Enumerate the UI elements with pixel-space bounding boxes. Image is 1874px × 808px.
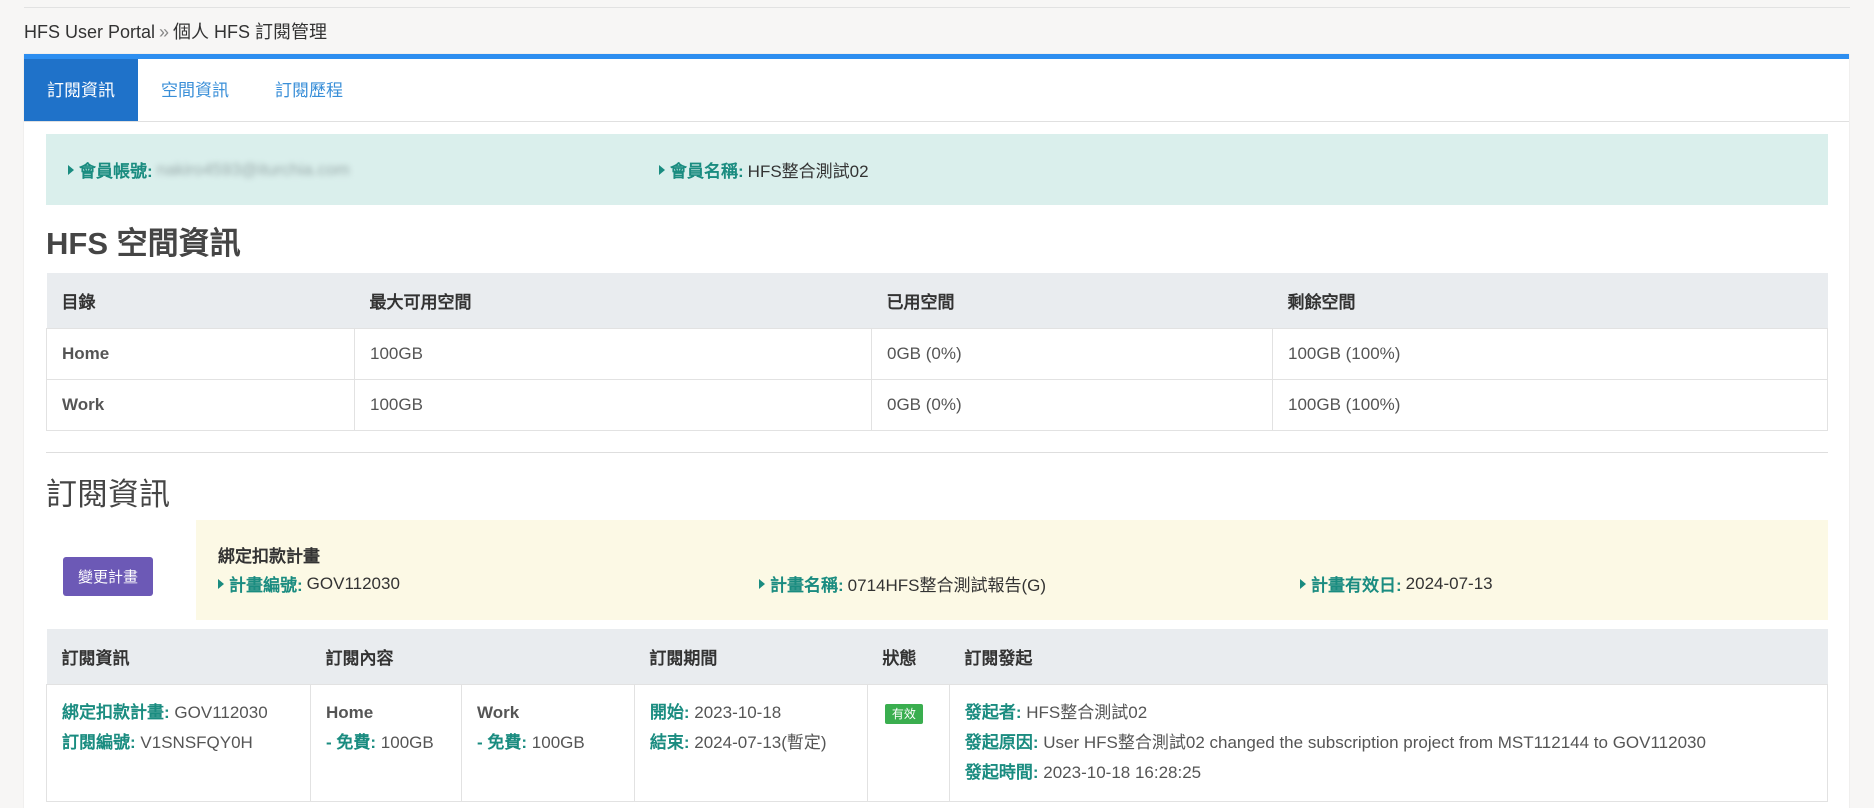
tab-space-info[interactable]: 空間資訊 <box>138 59 252 121</box>
bind-plan-label: 綁定扣款計畫: <box>62 702 170 722</box>
account-value: nakiro4593@iturchia.com <box>156 159 350 179</box>
cell-work-content: Work - 免費: 100GB <box>461 683 635 802</box>
cell-max: 100GB <box>354 327 872 380</box>
table-row: Work 100GB 0GB (0%) 100GB (100%) <box>46 378 1828 431</box>
home-title: Home <box>326 702 374 722</box>
col-remaining-space: 剩餘空間 <box>1272 273 1828 328</box>
cell-remaining: 100GB (100%) <box>1272 378 1828 431</box>
time-value: 2023-10-18 16:28:25 <box>1043 762 1202 782</box>
cell-initiation: 發起者: HFS整合測試02 發起原因: User HFS整合測試02 chan… <box>948 683 1829 802</box>
plan-expiry-label: 計畫有效日: <box>1311 576 1402 595</box>
breadcrumb-root[interactable]: HFS User Portal <box>24 22 155 42</box>
initiator-label: 發起者: <box>964 702 1022 722</box>
status-badge: 有效 <box>884 703 923 724</box>
bind-plan-value: GOV112030 <box>174 702 268 722</box>
reason-value: User HFS整合測試02 changed the subscription … <box>1043 732 1706 752</box>
caret-right-icon <box>759 578 765 589</box>
plan-name-label: 計畫名稱: <box>770 576 844 595</box>
main-card: 訂閱資訊 空間資訊 訂閱歷程 會員帳號: nakiro4593@iturchia… <box>24 54 1849 808</box>
cell-subscription-info: 綁定扣款計畫: GOV112030 訂閱編號: V1SNSFQY0H <box>46 683 311 802</box>
cell-used: 0GB (0%) <box>871 327 1273 380</box>
initiator-value: HFS整合測試02 <box>1026 702 1148 722</box>
table-header-row: 訂閱資訊 訂閱內容 訂閱期間 狀態 訂閱發起 <box>46 629 1828 684</box>
section-divider <box>46 452 1828 453</box>
col-max-space: 最大可用空間 <box>354 273 872 328</box>
home-free-label: - 免費: <box>326 732 377 752</box>
end-label: 結束: <box>649 732 690 752</box>
start-value: 2023-10-18 <box>694 702 782 722</box>
col-subscription-period: 訂閱期間 <box>634 629 868 684</box>
plan-code-value: GOV112030 <box>306 573 400 593</box>
table-row: 綁定扣款計畫: GOV112030 訂閱編號: V1SNSFQY0H Home … <box>46 683 1829 802</box>
plan-title: 綁定扣款計畫 <box>218 547 320 566</box>
plan-expiry-value: 2024-07-13 <box>1405 573 1493 593</box>
subscription-no-label: 訂閱編號: <box>62 732 136 752</box>
tab-subscription-history[interactable]: 訂閱歷程 <box>252 59 366 121</box>
tab-bar: 訂閱資訊 空間資訊 訂閱歷程 <box>24 59 1849 122</box>
tab-subscription-info[interactable]: 訂閱資訊 <box>24 59 138 121</box>
col-subscription-initiation: 訂閱發起 <box>949 629 1828 684</box>
space-table: 目錄 最大可用空間 已用空間 剩餘空間 Home 100GB 0GB (0%) … <box>46 273 1828 431</box>
plan-expiry: 計畫有效日: 2024-07-13 <box>1300 571 1493 596</box>
col-status: 狀態 <box>867 629 950 684</box>
col-subscription-info: 訂閱資訊 <box>46 629 311 684</box>
cell-dir: Home <box>46 327 355 380</box>
subscription-table: 訂閱資訊 訂閱內容 訂閱期間 狀態 訂閱發起 綁定扣款計畫: GOV112030… <box>46 629 1829 802</box>
breadcrumb-separator: » <box>159 22 170 42</box>
space-heading: HFS 空間資訊 <box>46 226 241 261</box>
plan-info-box: 綁定扣款計畫 計畫編號: GOV112030 計畫名稱: 0714HFS整合測試… <box>196 520 1828 620</box>
breadcrumb-current: 個人 HFS 訂閱管理 <box>173 22 328 42</box>
plan-name: 計畫名稱: 0714HFS整合測試報告(G) <box>759 571 1046 596</box>
plan-name-value: 0714HFS整合測試報告(G) <box>847 576 1047 595</box>
cell-period: 開始: 2023-10-18 結束: 2024-07-13(暫定) <box>633 683 868 802</box>
work-title: Work <box>477 702 520 722</box>
cell-status: 有效 <box>866 683 950 802</box>
table-header-row: 目錄 最大可用空間 已用空間 剩餘空間 <box>46 273 1828 328</box>
cell-used: 0GB (0%) <box>871 378 1273 431</box>
cell-max: 100GB <box>354 378 872 431</box>
name-value: HFS整合測試02 <box>747 162 869 181</box>
caret-right-icon <box>218 578 224 589</box>
table-row: Home 100GB 0GB (0%) 100GB (100%) <box>46 327 1828 380</box>
subscription-no-value: V1SNSFQY0H <box>140 732 253 752</box>
member-info-box: 會員帳號: nakiro4593@iturchia.com 會員名稱: HFS整… <box>46 134 1828 205</box>
start-label: 開始: <box>649 702 690 722</box>
caret-right-icon <box>1300 578 1306 589</box>
cell-dir: Work <box>46 378 355 431</box>
col-used-space: 已用空間 <box>871 273 1273 328</box>
col-directory: 目錄 <box>46 273 355 328</box>
reason-label: 發起原因: <box>964 732 1039 752</box>
breadcrumb: HFS User Portal» 個人 HFS 訂閱管理 <box>24 18 327 44</box>
plan-code-label: 計畫編號: <box>229 576 303 595</box>
cell-remaining: 100GB (100%) <box>1272 327 1828 380</box>
top-divider <box>24 7 1850 8</box>
subscription-heading: 訂閱資訊 <box>46 477 170 512</box>
change-plan-button[interactable]: 變更計畫 <box>63 557 153 596</box>
name-label: 會員名稱: <box>670 162 744 181</box>
col-subscription-content: 訂閱內容 <box>310 629 635 684</box>
member-account: 會員帳號: nakiro4593@iturchia.com <box>68 157 659 182</box>
account-label: 會員帳號: <box>79 162 153 181</box>
work-free-label: - 免費: <box>477 732 528 752</box>
caret-right-icon <box>659 164 665 175</box>
time-label: 發起時間: <box>964 762 1039 782</box>
caret-right-icon <box>68 164 74 175</box>
work-free-value: 100GB <box>531 732 585 752</box>
plan-code: 計畫編號: GOV112030 <box>218 571 400 596</box>
member-name: 會員名稱: HFS整合測試02 <box>659 157 869 182</box>
end-value: 2024-07-13(暫定) <box>694 732 827 752</box>
home-free-value: 100GB <box>380 732 434 752</box>
cell-home-content: Home - 免費: 100GB <box>310 683 462 802</box>
plan-details: 計畫編號: GOV112030 計畫名稱: 0714HFS整合測試報告(G) 計… <box>218 571 1828 595</box>
